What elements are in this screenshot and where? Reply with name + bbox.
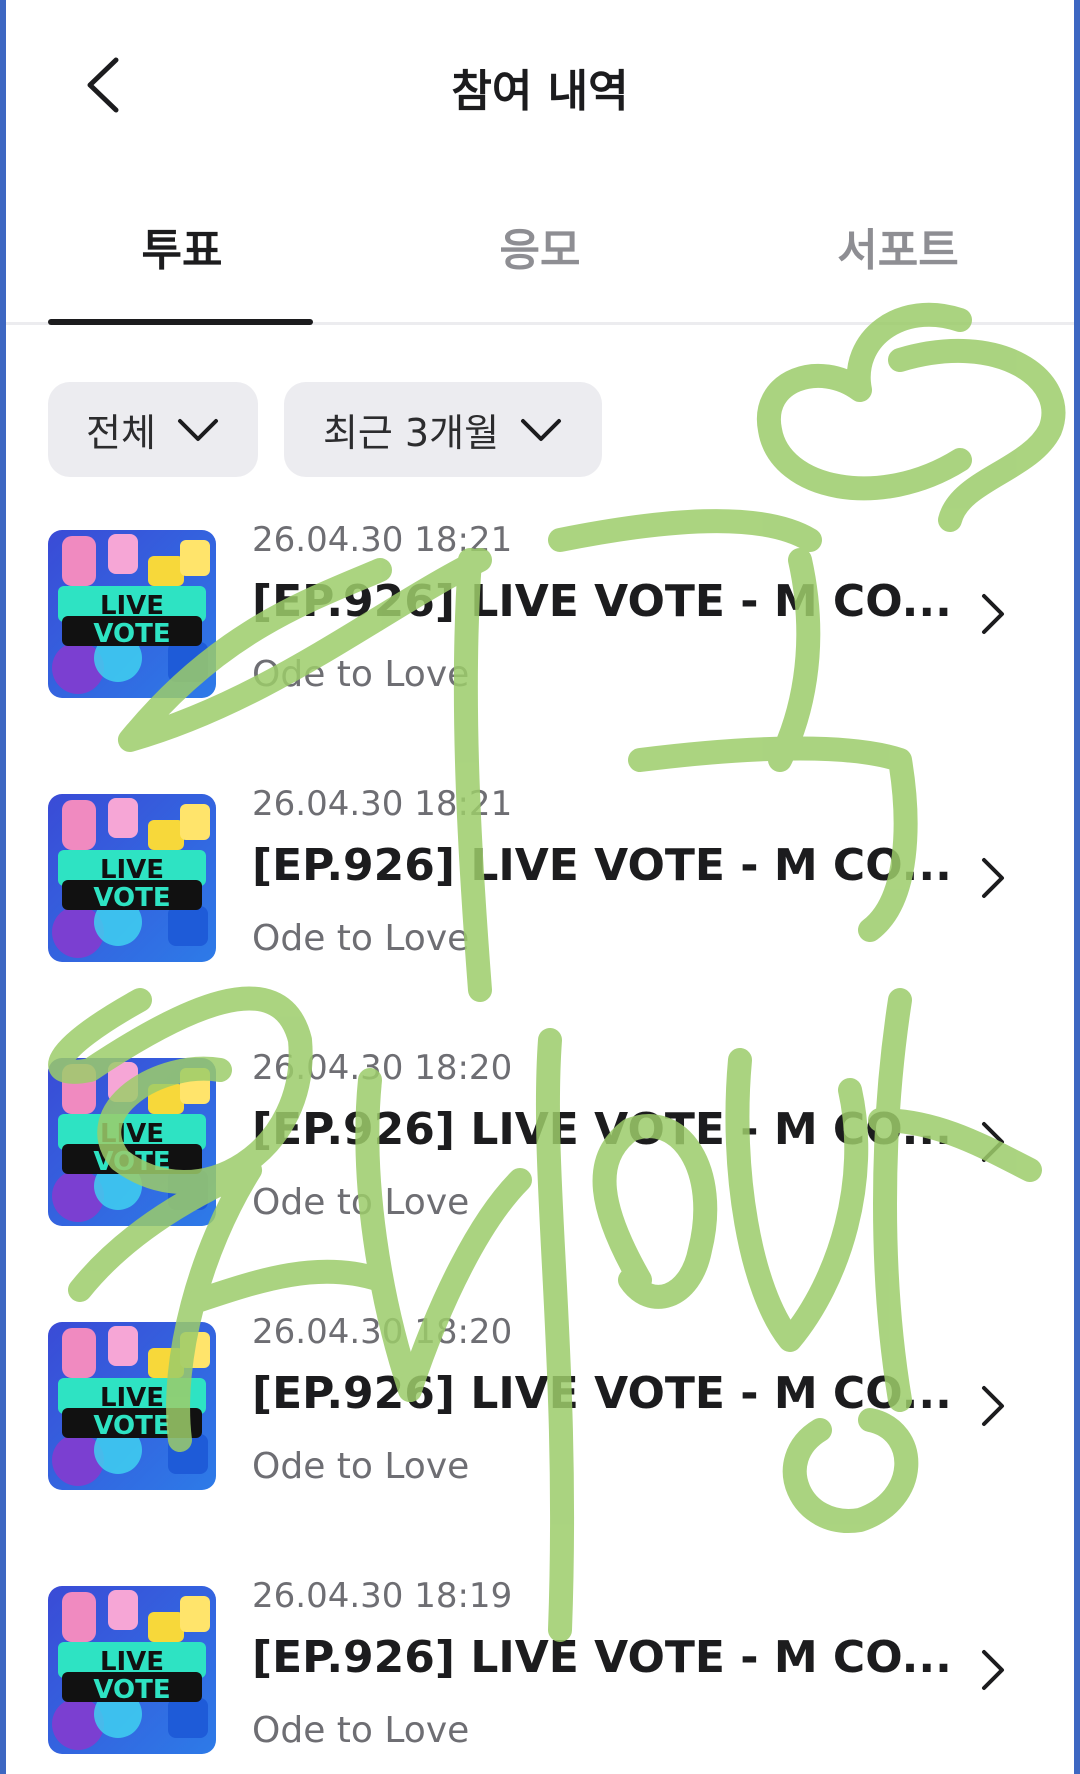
thumb-line2: VOTE: [93, 883, 170, 913]
chevron-right-icon: [982, 1650, 1004, 1690]
item-title: [EP.926] LIVE VOTE - M CO...: [252, 1104, 952, 1155]
filter-period-dropdown[interactable]: 최근 3개월: [284, 382, 602, 477]
chevron-down-icon: [521, 418, 562, 441]
item-date: 26.04.30 18:19: [252, 1576, 513, 1616]
thumb-line1: LIVE: [100, 855, 164, 885]
thumb-line1: LIVE: [100, 591, 164, 621]
item-title: [EP.926] LIVE VOTE - M CO...: [252, 840, 952, 891]
thumb-line2: VOTE: [93, 619, 170, 649]
item-subtitle: Ode to Love: [252, 1182, 470, 1223]
item-date: 26.04.30 18:20: [252, 1312, 513, 1352]
page-title: 참여 내역: [451, 66, 629, 117]
item-title: [EP.926] LIVE VOTE - M CO...: [252, 1632, 952, 1683]
item-subtitle: Ode to Love: [252, 1446, 470, 1487]
thumb-line1: LIVE: [100, 1119, 164, 1149]
thumb-line1: LIVE: [100, 1383, 164, 1413]
item-date: 26.04.30 18:20: [252, 1048, 513, 1088]
header: 참여 내역: [6, 0, 1074, 170]
list-item[interactable]: LIVE VOTE 26.04.30 18:21 [EP.926] LIVE V…: [6, 520, 1074, 720]
chevron-right-icon: [982, 858, 1004, 898]
app-screen: 참여 내역 투표 응모 서포트 전체 최근 3개월 LIVE VOTE 26.0…: [6, 0, 1074, 1774]
chevron-right-icon: [982, 1122, 1004, 1162]
item-subtitle: Ode to Love: [252, 1710, 470, 1751]
thumb-line2: VOTE: [93, 1411, 170, 1441]
item-date: 26.04.30 18:21: [252, 784, 513, 824]
vote-thumbnail: LIVE VOTE: [48, 1586, 216, 1754]
list-item[interactable]: LIVE VOTE 26.04.30 18:20 [EP.926] LIVE V…: [6, 1312, 1074, 1512]
item-subtitle: Ode to Love: [252, 918, 470, 959]
thumb-line1: LIVE: [100, 1647, 164, 1677]
tab-support[interactable]: 서포트: [768, 214, 1028, 278]
item-title: [EP.926] LIVE VOTE - M CO...: [252, 1368, 952, 1419]
active-tab-indicator: [48, 319, 313, 325]
thumb-line2: VOTE: [93, 1147, 170, 1177]
filter-all-label: 전체: [86, 411, 156, 455]
list-item[interactable]: LIVE VOTE 26.04.30 18:21 [EP.926] LIVE V…: [6, 784, 1074, 984]
vote-thumbnail: LIVE VOTE: [48, 794, 216, 962]
item-date: 26.04.30 18:21: [252, 520, 513, 560]
thumb-line2: VOTE: [93, 1675, 170, 1705]
chevron-down-icon: [177, 418, 218, 441]
chevron-right-icon: [982, 1386, 1004, 1426]
list-item[interactable]: LIVE VOTE 26.04.30 18:19 [EP.926] LIVE V…: [6, 1576, 1074, 1774]
vote-thumbnail: LIVE VOTE: [48, 1322, 216, 1490]
vote-thumbnail: LIVE VOTE: [48, 1058, 216, 1226]
tab-entry[interactable]: 응모: [410, 214, 670, 278]
filter-all-dropdown[interactable]: 전체: [48, 382, 258, 477]
chevron-right-icon: [982, 594, 1004, 634]
tab-vote[interactable]: 투표: [52, 214, 312, 278]
item-title: [EP.926] LIVE VOTE - M CO...: [252, 576, 952, 627]
filter-period-label: 최근 3개월: [322, 411, 500, 455]
tab-bar: 투표 응모 서포트: [6, 190, 1074, 325]
item-subtitle: Ode to Love: [252, 654, 470, 695]
vote-thumbnail: LIVE VOTE: [48, 530, 216, 698]
list-item[interactable]: LIVE VOTE 26.04.30 18:20 [EP.926] LIVE V…: [6, 1048, 1074, 1248]
